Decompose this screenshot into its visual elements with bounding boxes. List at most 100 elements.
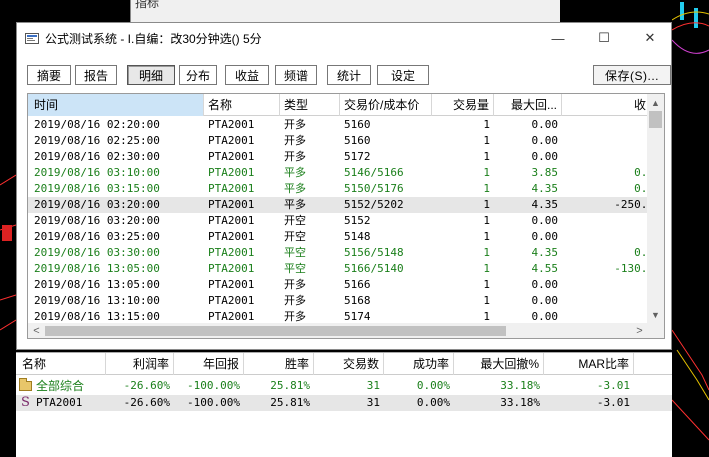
col-header-time[interactable]: 时间 <box>28 94 204 116</box>
cell-price: 5150/5176 <box>344 182 404 195</box>
cell-type: 平多 <box>284 183 306 195</box>
col-header-type[interactable]: 类型 <box>280 94 340 116</box>
sum-col-max-drawdown[interactable]: 最大回撤% <box>454 353 544 375</box>
cell-name: PTA2001 <box>208 150 255 163</box>
tab-settings[interactable]: 设定 <box>377 65 429 85</box>
cell-time: 2019/08/16 02:25:00 <box>34 134 160 147</box>
close-button[interactable]: ✕ <box>627 23 673 53</box>
table-row[interactable]: 2019/08/16 02:25:00 PTA2001 开多 5160 1 0.00 <box>28 133 648 149</box>
summary-row-pta2001[interactable]: S PTA2001 -26.60% -100.00% 25.81% 31 0.0… <box>16 395 672 411</box>
tab-spectrum[interactable]: 频谱 <box>275 65 317 85</box>
sum-col-win-rate[interactable]: 胜率 <box>244 353 314 375</box>
cell-qty: 1 <box>483 246 490 259</box>
cell-qty: 1 <box>483 166 490 179</box>
summary-row-all[interactable]: 全部综合 -26.60% -100.00% 25.81% 31 0.00% 33… <box>16 378 672 394</box>
cell-name: PTA2001 <box>208 182 255 195</box>
cell-time: 2019/08/16 13:10:00 <box>34 294 160 307</box>
vertical-scrollbar[interactable]: ▲ ▼ <box>647 94 664 323</box>
summary-win-rate: 25.81% <box>270 379 310 392</box>
sum-col-annual-return[interactable]: 年回报 <box>174 353 244 375</box>
tab-statistics[interactable]: 统计 <box>327 65 371 85</box>
cell-price: 5166/5140 <box>344 262 404 275</box>
cell-name: PTA2001 <box>208 262 255 275</box>
cell-name: PTA2001 <box>208 230 255 243</box>
scroll-up-icon[interactable]: ▲ <box>647 94 664 111</box>
cell-time: 2019/08/16 02:20:00 <box>34 118 160 131</box>
table-row[interactable]: 2019/08/16 03:30:00 PTA2001 平空 5156/5148 1 4.… <box>28 245 648 261</box>
summary-max-drawdown: 33.18% <box>500 379 540 392</box>
cell-qty: 1 <box>483 182 490 195</box>
col-header-maxdd[interactable]: 最大回... <box>494 94 562 116</box>
col-header-name[interactable]: 名称 <box>204 94 280 116</box>
col-header-qty[interactable]: 交易量 <box>432 94 494 116</box>
sum-col-success-rate[interactable]: 成功率 <box>384 353 454 375</box>
sum-col-name[interactable]: 名称 <box>16 353 106 375</box>
table-row[interactable]: 2019/08/16 03:20:00 PTA2001 平多 5152/5202 1 4.… <box>28 197 648 213</box>
scroll-left-icon[interactable]: < <box>28 323 45 338</box>
sum-col-mar[interactable]: MAR比率 <box>544 353 634 375</box>
cell-price: 5152/5202 <box>344 198 404 211</box>
cell-time: 2019/08/16 03:20:00 <box>34 214 160 227</box>
summary-max-drawdown: 33.18% <box>500 396 540 409</box>
cell-profit: 0.0 <box>634 182 648 195</box>
sum-col-profit-rate[interactable]: 利润率 <box>106 353 174 375</box>
cell-price: 5146/5166 <box>344 166 404 179</box>
trade-detail-grid[interactable]: 时间 名称 类型 交易价/成本价 交易量 最大回... 收 2019/08/16… <box>27 93 665 339</box>
summary-annual-return: -100.00% <box>187 396 240 409</box>
scroll-down-icon[interactable]: ▼ <box>647 306 664 323</box>
cell-qty: 1 <box>483 230 490 243</box>
summary-profit-rate: -26.60% <box>123 396 170 409</box>
cell-time: 2019/08/16 03:10:00 <box>34 166 160 179</box>
background-window-strip: 指标 <box>130 0 560 22</box>
cell-qty: 1 <box>483 214 490 227</box>
cell-profit: 0.0 <box>634 246 648 259</box>
horizontal-scrollbar[interactable]: < > <box>28 323 648 338</box>
cell-profit: -130.0 <box>614 262 648 275</box>
cell-maxdd: 3.85 <box>531 166 559 179</box>
cell-price: 5160 <box>344 134 371 147</box>
table-row[interactable]: 2019/08/16 13:05:00 PTA2001 平空 5166/5140 1 4.… <box>28 261 648 277</box>
table-row[interactable]: 2019/08/16 13:10:00 PTA2001 开多 5168 1 0.00 <box>28 293 648 309</box>
title-bar[interactable]: 公式测试系统 - I.自编：改30分钟选() 5分 — ☐ ✕ <box>17 23 671 53</box>
background-chart-right <box>672 0 709 457</box>
table-row[interactable]: 2019/08/16 13:05:00 PTA2001 开多 5166 1 0.00 <box>28 277 648 293</box>
summary-success-rate: 0.00% <box>416 396 450 409</box>
formula-test-window: 公式测试系统 - I.自编：改30分钟选() 5分 — ☐ ✕ 摘要 报告 明细… <box>16 22 672 350</box>
background-chart-left <box>0 0 16 457</box>
minimize-button[interactable]: — <box>535 23 581 53</box>
tab-distribution[interactable]: 分布 <box>179 65 217 85</box>
cell-maxdd: 4.55 <box>531 262 559 275</box>
col-header-profit[interactable]: 收 <box>562 94 648 116</box>
tab-summary[interactable]: 摘要 <box>27 65 71 85</box>
cell-type: 开多 <box>284 279 306 291</box>
cell-qty: 1 <box>483 262 490 275</box>
save-button[interactable]: 保存(S)... <box>593 65 671 85</box>
table-row[interactable]: 2019/08/16 03:25:00 PTA2001 开空 5148 1 0.00 <box>28 229 648 245</box>
cell-time: 2019/08/16 03:25:00 <box>34 230 160 243</box>
scroll-right-icon[interactable]: > <box>631 323 648 338</box>
table-row[interactable]: 2019/08/16 02:20:00 PTA2001 开多 5160 1 0.00 <box>28 117 648 133</box>
cell-maxdd: 4.35 <box>531 198 559 211</box>
summary-trades: 31 <box>366 379 380 392</box>
s-symbol-icon: S <box>21 395 30 410</box>
table-row[interactable]: 2019/08/16 02:30:00 PTA2001 开多 5172 1 0.00 <box>28 149 648 165</box>
table-row[interactable]: 2019/08/16 03:20:00 PTA2001 开空 5152 1 0.00 <box>28 213 648 229</box>
cell-qty: 1 <box>483 278 490 291</box>
col-header-price[interactable]: 交易价/成本价 <box>340 94 432 116</box>
maximize-button[interactable]: ☐ <box>581 23 627 53</box>
cell-time: 2019/08/16 03:20:00 <box>34 198 160 211</box>
table-row[interactable]: 2019/08/16 03:10:00 PTA2001 平多 5146/5166 1 3.… <box>28 165 648 181</box>
cell-profit: 0.0 <box>634 166 648 179</box>
vertical-scroll-thumb[interactable] <box>649 111 662 128</box>
summary-annual-return: -100.00% <box>187 379 240 392</box>
cell-time: 2019/08/16 03:15:00 <box>34 182 160 195</box>
cell-price: 5160 <box>344 118 371 131</box>
tab-report[interactable]: 报告 <box>75 65 117 85</box>
horizontal-scroll-thumb[interactable] <box>45 326 506 336</box>
cell-type: 平空 <box>284 247 306 259</box>
cell-qty: 1 <box>483 118 490 131</box>
table-row[interactable]: 2019/08/16 03:15:00 PTA2001 平多 5150/5176 1 4.… <box>28 181 648 197</box>
sum-col-trades[interactable]: 交易数 <box>314 353 384 375</box>
tab-returns[interactable]: 收益 <box>225 65 269 85</box>
tab-detail[interactable]: 明细 <box>127 65 175 85</box>
